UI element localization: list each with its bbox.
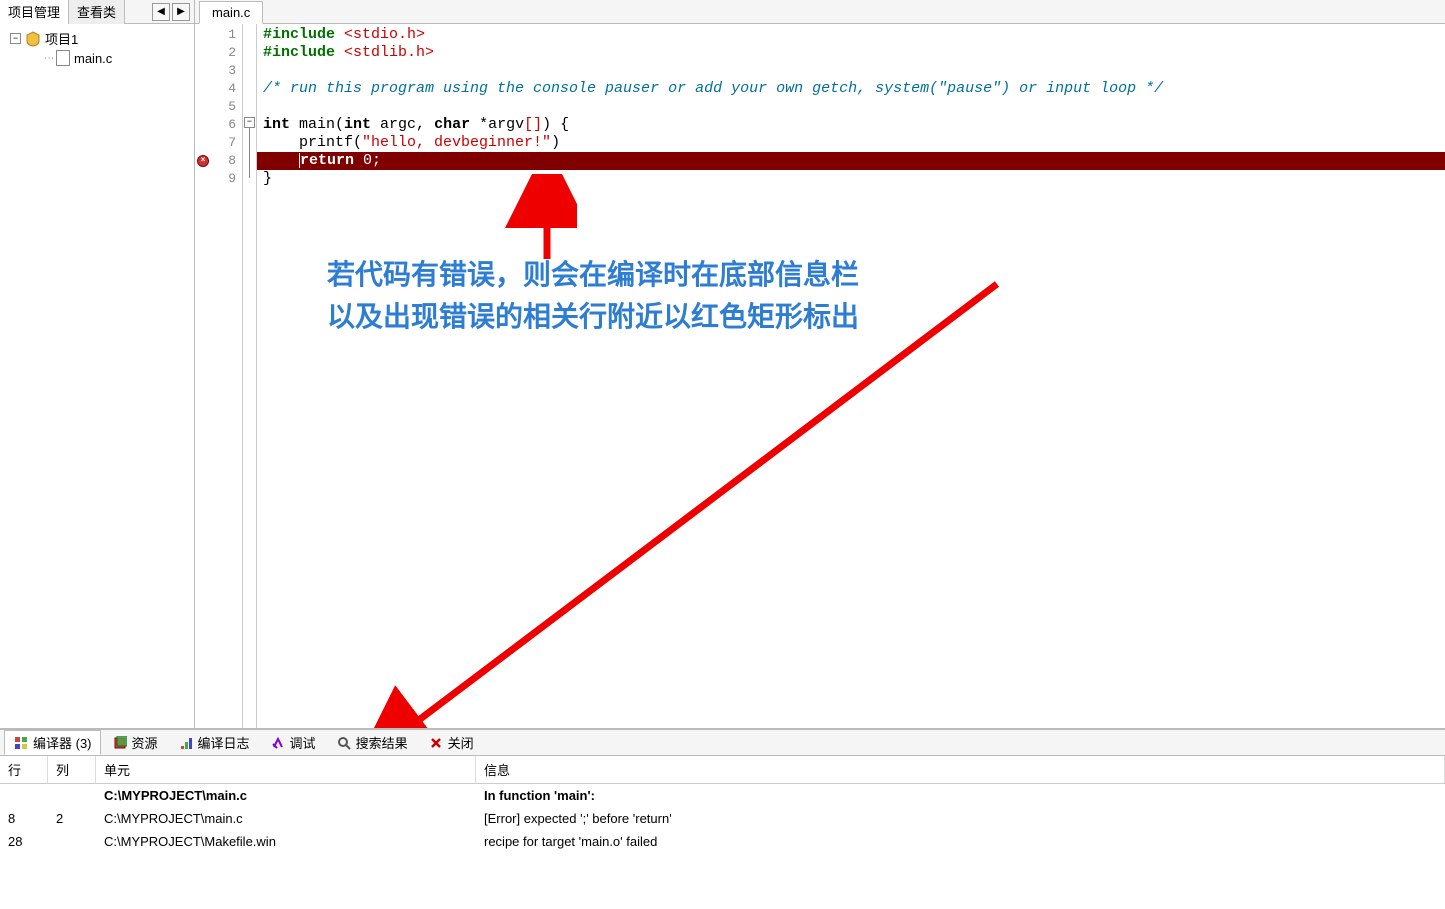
debug-icon <box>270 735 286 751</box>
table-row[interactable]: C:\MYPROJECT\main.cIn function 'main': <box>0 784 1445 807</box>
line-number: 4 <box>195 80 242 98</box>
compiler-icon <box>13 735 29 751</box>
project-icon <box>25 31 41 47</box>
header-col[interactable]: 列 <box>48 756 96 783</box>
cell-unit: C:\MYPROJECT\Makefile.win <box>96 832 476 851</box>
line-number: 6 <box>195 116 242 134</box>
cell-line: 28 <box>0 832 48 851</box>
tab-resource[interactable]: 资源 <box>103 730 167 755</box>
cell-unit: C:\MYPROJECT\main.c <box>96 809 476 828</box>
search-icon <box>336 735 352 751</box>
table-row[interactable]: 82C:\MYPROJECT\main.c[Error] expected ';… <box>0 807 1445 830</box>
editor-area: main.c 1 2 3 4 5 6 7 × 8 9 <box>195 0 1445 728</box>
cell-msg: recipe for target 'main.o' failed <box>476 832 1445 851</box>
line-number: × 8 <box>195 152 242 170</box>
line-number: 9 <box>195 170 242 188</box>
table-row[interactable]: 28 C:\MYPROJECT\Makefile.winrecipe for ta… <box>0 830 1445 853</box>
resource-icon <box>112 735 128 751</box>
annotation-text: 若代码有错误，则会在编译时在底部信息栏 以及出现错误的相关行附近以红色矩形标出 <box>327 254 859 338</box>
compiler-output-table[interactable]: 行 列 单元 信息 C:\MYPROJECT\main.cIn function… <box>0 756 1445 909</box>
bottom-tabstrip: 编译器 (3) 资源 编译日志 调试 <box>0 730 1445 756</box>
cell-msg: [Error] expected ';' before 'return' <box>476 809 1445 828</box>
error-marker-icon[interactable]: × <box>197 155 209 167</box>
tab-compile-log[interactable]: 编译日志 <box>169 730 259 755</box>
line-number: 7 <box>195 134 242 152</box>
tab-view-class[interactable]: 查看类 <box>69 0 125 24</box>
cell-unit: C:\MYPROJECT\main.c <box>96 786 476 805</box>
close-icon <box>428 735 444 751</box>
collapse-icon[interactable]: − <box>10 33 21 44</box>
header-unit[interactable]: 单元 <box>96 756 476 783</box>
sidebar-tabstrip: 项目管理 查看类 ◀ ▶ <box>0 0 194 24</box>
line-number: 5 <box>195 98 242 116</box>
arrow-down-icon <box>357 274 1017 728</box>
project-sidebar: 项目管理 查看类 ◀ ▶ − 项目1 ⋯ main.c <box>0 0 195 728</box>
tab-search-result[interactable]: 搜索结果 <box>327 730 417 755</box>
file-name-label: main.c <box>74 51 112 66</box>
cell-col <box>48 832 96 851</box>
error-highlighted-line[interactable]: return 0; <box>257 152 1445 170</box>
code-content[interactable]: #include <stdio.h> #include <stdlib.h> /… <box>257 24 1445 728</box>
tree-file-node[interactable]: ⋯ main.c <box>2 49 192 67</box>
fold-toggle-icon[interactable]: − <box>244 117 255 128</box>
editor-tabstrip: main.c <box>195 0 1445 24</box>
tab-debug[interactable]: 调试 <box>261 730 325 755</box>
editor-tab-mainc[interactable]: main.c <box>199 1 263 24</box>
fold-gutter: − <box>243 24 257 728</box>
line-number: 1 <box>195 26 242 44</box>
cell-line <box>0 786 48 805</box>
header-line[interactable]: 行 <box>0 756 48 783</box>
cell-col <box>48 786 96 805</box>
cell-col: 2 <box>48 809 96 828</box>
tree-project-node[interactable]: − 项目1 <box>2 28 192 49</box>
project-tree: − 项目1 ⋯ main.c <box>0 24 194 728</box>
nav-prev-button[interactable]: ◀ <box>152 3 170 21</box>
code-editor[interactable]: 1 2 3 4 5 6 7 × 8 9 − <box>195 24 1445 728</box>
header-msg[interactable]: 信息 <box>476 756 1445 783</box>
tree-connector-icon: ⋯ <box>44 53 50 64</box>
tab-close[interactable]: 关闭 <box>419 730 483 755</box>
bottom-panel: 编译器 (3) 资源 编译日志 调试 <box>0 729 1445 909</box>
table-header: 行 列 单元 信息 <box>0 756 1445 784</box>
line-number-gutter: 1 2 3 4 5 6 7 × 8 9 <box>195 24 243 728</box>
tab-project-mgmt[interactable]: 项目管理 <box>0 0 69 24</box>
nav-next-button[interactable]: ▶ <box>172 3 190 21</box>
line-number: 3 <box>195 62 242 80</box>
fold-line <box>249 128 250 178</box>
file-icon <box>56 50 70 66</box>
line-number: 2 <box>195 44 242 62</box>
tab-compiler[interactable]: 编译器 (3) <box>4 730 101 755</box>
cell-line: 8 <box>0 809 48 828</box>
project-name-label: 项目1 <box>45 29 78 48</box>
cell-msg: In function 'main': <box>476 786 1445 805</box>
log-icon <box>178 735 194 751</box>
